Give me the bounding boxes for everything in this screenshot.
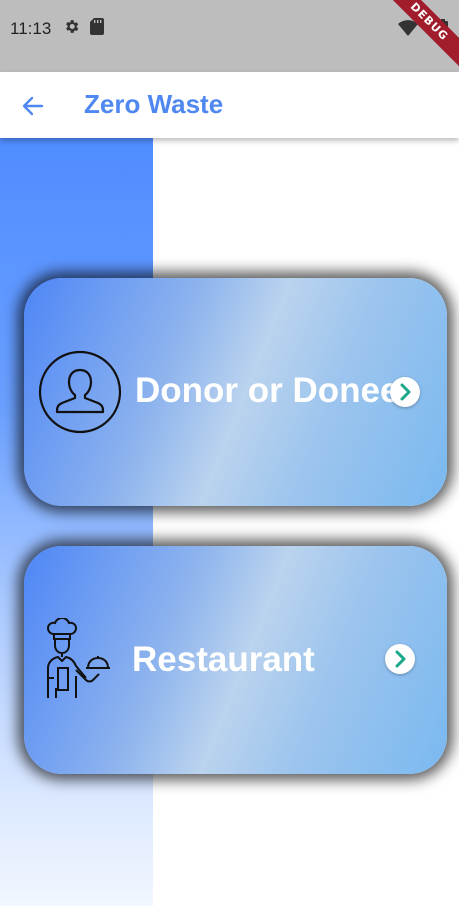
donor-or-donee-card[interactable]: Donor or Donee (24, 278, 447, 506)
card-label: Restaurant (132, 640, 315, 679)
sd-card-icon (90, 18, 104, 40)
card-label: Donor or Donee (135, 371, 400, 410)
status-time: 11:13 (10, 19, 52, 38)
background-gradient-strip (0, 138, 153, 906)
person-icon (38, 350, 122, 439)
chevron-right-icon[interactable] (390, 377, 420, 407)
status-bar: 11:13 DEBUG (0, 0, 459, 72)
page-title: Zero Waste (84, 89, 224, 119)
settings-icon (63, 18, 80, 40)
restaurant-card[interactable]: Restaurant (24, 546, 447, 774)
arrow-back-icon (18, 96, 48, 125)
chef-icon (36, 616, 112, 705)
debug-ribbon: DEBUG (379, 0, 459, 72)
chevron-right-icon[interactable] (385, 644, 415, 674)
back-button[interactable] (18, 91, 48, 121)
app-bar: Zero Waste (0, 72, 459, 138)
